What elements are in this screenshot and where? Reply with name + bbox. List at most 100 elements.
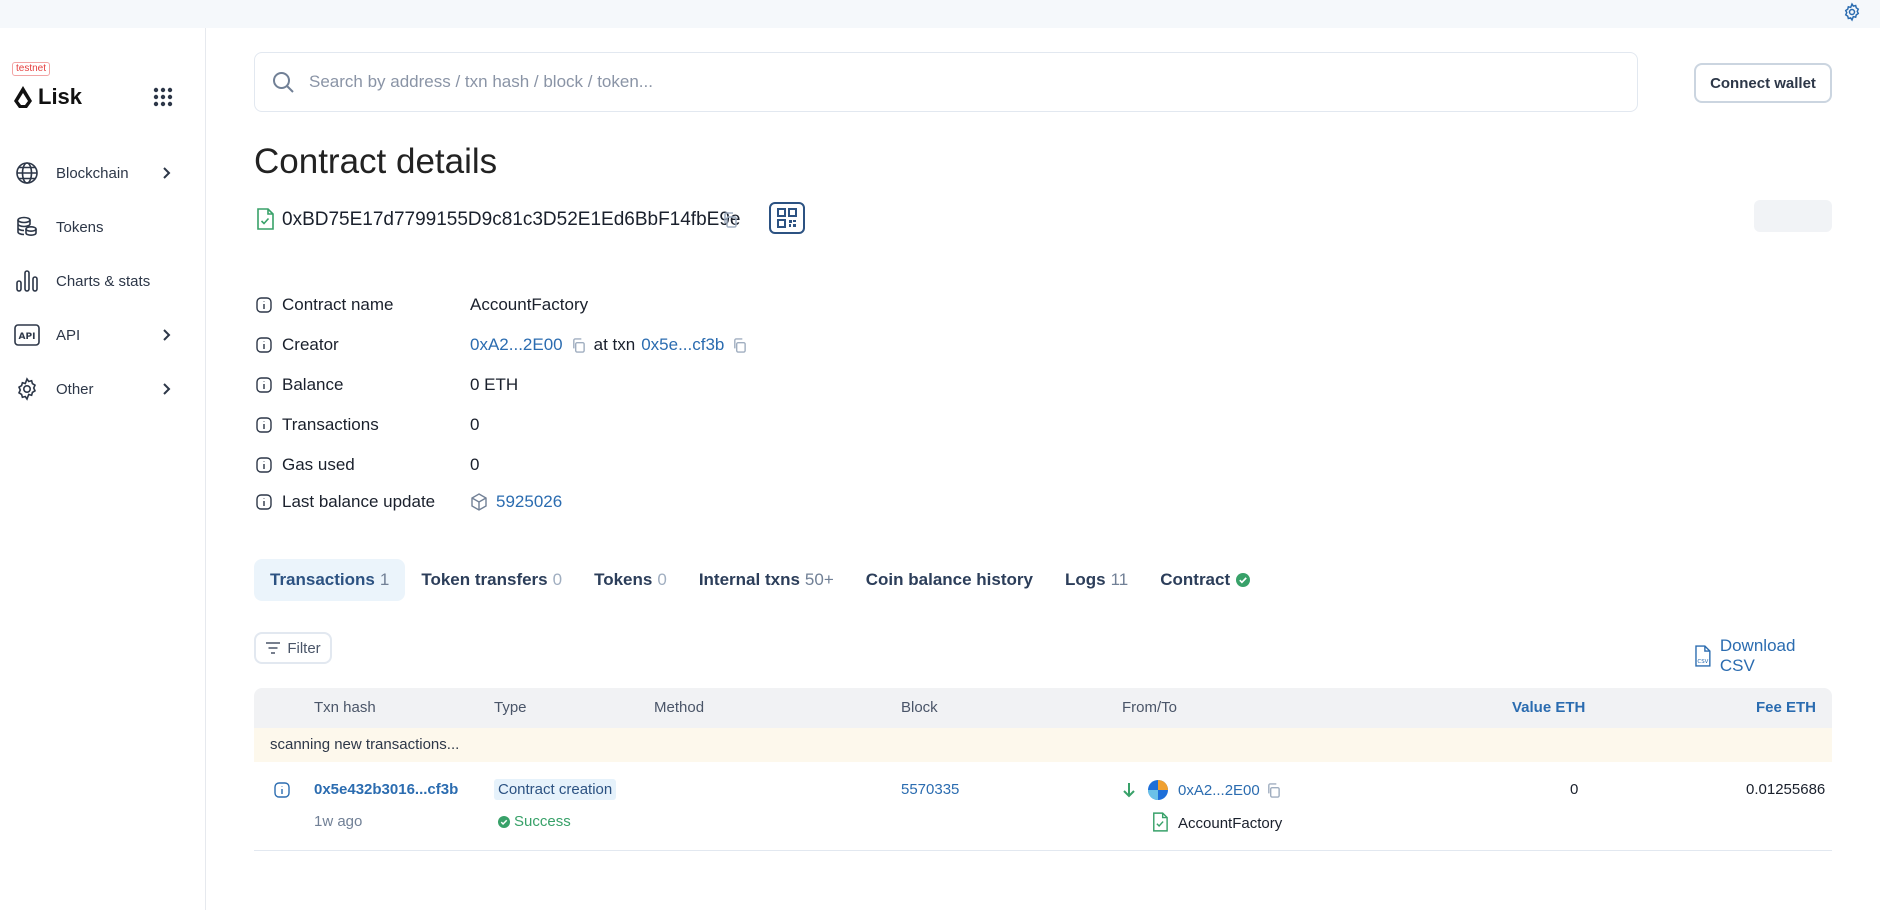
tab-count: 50+ [804, 570, 834, 589]
tab-label: Internal txns [698, 570, 800, 589]
info-icon[interactable] [256, 377, 272, 393]
column-header: From/To [1122, 699, 1178, 716]
to-contract-name[interactable]: AccountFactory [1178, 815, 1282, 832]
loading-placeholder [1754, 200, 1832, 232]
info-icon[interactable] [256, 457, 272, 473]
sidebar-item-label: Tokens [56, 218, 104, 236]
tab-internal-txns[interactable]: Internal txns 50+ [683, 559, 850, 601]
txn-age: 1w ago [314, 813, 363, 830]
txn-fee: 0.01255686 [1746, 781, 1826, 798]
creator-txn-link[interactable]: 0x5e...cf3b [641, 335, 724, 355]
download-csv-button[interactable]: CSV Download CSV [1694, 636, 1834, 676]
detail-contract-name: Contract name AccountFactory [254, 290, 1454, 320]
contract-address-row: 0xBD75E17d7799155D9c81c3D52E1Ed6BbF14fbE… [254, 200, 1834, 240]
tab-bar: Transactions 1 Token transfers 0 Tokens … [254, 559, 1266, 601]
sidebar-item-label: API [56, 326, 81, 344]
chevron-right-icon [163, 167, 171, 179]
contract-file-icon [1153, 812, 1168, 832]
copy-icon[interactable] [1266, 783, 1281, 798]
contract-address: 0xBD75E17d7799155D9c81c3D52E1Ed6BbF14fbE… [282, 209, 741, 230]
detail-label: Contract name [282, 295, 394, 314]
csv-file-icon: CSV [1695, 645, 1711, 667]
sidebar-item-api[interactable]: API API [14, 320, 174, 350]
lisk-logo-icon [14, 86, 32, 108]
filter-button[interactable]: Filter [254, 632, 332, 664]
tab-label: Transactions [270, 570, 375, 589]
testnet-badge: testnet [12, 62, 51, 76]
tab-token-transfers[interactable]: Token transfers 0 [405, 559, 578, 601]
sidebar-item-tokens[interactable]: Tokens [14, 212, 174, 242]
tab-label: Token transfers [421, 570, 548, 589]
column-header: Type [494, 699, 527, 716]
tab-coin-balance-history[interactable]: Coin balance history [850, 559, 1049, 601]
copy-icon[interactable] [722, 212, 738, 228]
info-icon[interactable] [256, 494, 272, 510]
column-header: Txn hash [314, 699, 376, 716]
bar-chart-icon [16, 270, 38, 292]
tab-label: Coin balance history [865, 570, 1033, 589]
svg-text:API: API [19, 332, 36, 342]
svg-text:CSV: CSV [1697, 659, 1708, 665]
scanning-banner: scanning new transactions... [254, 728, 1832, 762]
transactions-value: 0 [470, 415, 480, 434]
top-bar [0, 0, 1880, 28]
tab-count: 0 [657, 570, 667, 589]
at-txn-label: at txn [593, 335, 636, 354]
success-check-icon [498, 815, 510, 828]
txn-status-label: Success [514, 813, 571, 830]
creator-address-link[interactable]: 0xA2...2E00 [470, 335, 563, 355]
tab-count: 1 [379, 570, 390, 589]
tab-logs[interactable]: Logs 11 [1049, 559, 1144, 601]
copy-icon[interactable] [571, 337, 586, 353]
sidebar-item-other[interactable]: Other [14, 374, 174, 404]
info-icon[interactable] [256, 297, 272, 313]
table-header: Txn hash Type Method Block From/To Value… [254, 688, 1832, 728]
settings-gear-icon[interactable] [1842, 2, 1862, 22]
contract-name-value: AccountFactory [470, 295, 589, 314]
tab-label: Logs [1064, 570, 1106, 589]
txn-hash-link[interactable]: 0x5e432b3016...cf3b [314, 781, 458, 798]
from-address-link[interactable]: 0xA2...2E00 [1178, 782, 1260, 799]
address-avatar-icon [1148, 780, 1168, 800]
gear-icon [17, 377, 37, 401]
tab-count: 0 [552, 570, 563, 589]
sidebar-item-charts-stats[interactable]: Charts & stats [14, 266, 174, 296]
sidebar-item-label: Blockchain [56, 164, 129, 182]
gas-used-value: 0 [470, 455, 480, 474]
filter-label: Filter [287, 639, 321, 657]
detail-label: Transactions [282, 415, 379, 434]
copy-icon[interactable] [732, 337, 747, 353]
sidebar-item-blockchain[interactable]: Blockchain [14, 158, 174, 188]
column-header-fee[interactable]: Fee ETH [1756, 699, 1816, 716]
detail-label: Gas used [282, 455, 355, 474]
coins-icon [17, 216, 37, 237]
detail-label: Creator [282, 335, 339, 354]
qr-code-icon [777, 208, 797, 228]
tab-contract[interactable]: Contract [1144, 559, 1266, 601]
lisk-logo[interactable]: Lisk [12, 84, 82, 110]
contract-file-icon [257, 208, 274, 230]
tab-tokens[interactable]: Tokens 0 [578, 559, 683, 601]
txn-block-link[interactable]: 5570335 [901, 781, 959, 798]
info-icon[interactable] [274, 782, 290, 798]
tab-transactions[interactable]: Transactions 1 [254, 559, 406, 601]
detail-label: Balance [282, 375, 344, 394]
column-header: Block [901, 699, 938, 716]
search-bar[interactable] [254, 52, 1638, 112]
qr-code-button[interactable] [769, 202, 805, 234]
chevron-right-icon [163, 383, 171, 395]
last-balance-block-link[interactable]: 5925026 [496, 492, 562, 512]
apps-grid-icon[interactable] [152, 86, 174, 108]
api-icon: API [14, 324, 40, 346]
tab-label: Contract [1160, 570, 1231, 589]
search-input[interactable] [309, 72, 1609, 92]
balance-value: 0 ETH [470, 375, 519, 394]
download-csv-label: Download CSV [1719, 636, 1796, 675]
column-header-value[interactable]: Value ETH [1512, 699, 1585, 716]
logo-text: Lisk [38, 84, 83, 109]
info-icon[interactable] [256, 417, 272, 433]
info-icon[interactable] [256, 337, 272, 353]
connect-wallet-button[interactable]: Connect wallet [1694, 63, 1832, 103]
verified-check-icon [1236, 573, 1251, 587]
txn-status-badge: Success [498, 813, 571, 830]
